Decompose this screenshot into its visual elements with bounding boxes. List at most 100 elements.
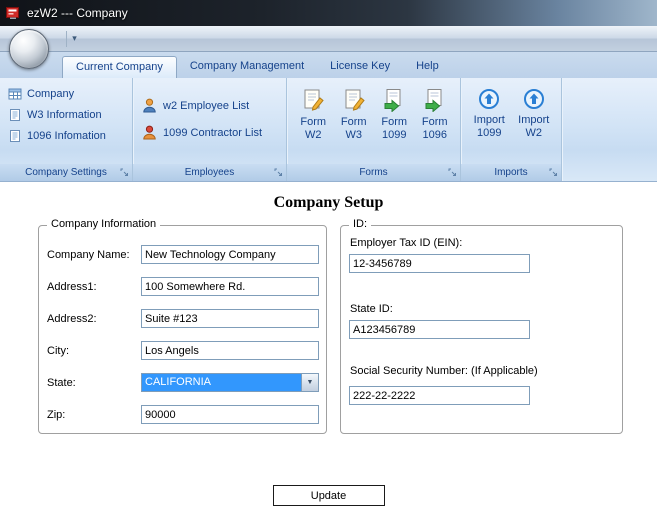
ssn-input[interactable] — [349, 386, 530, 405]
group-caption-company-settings: Company Settings — [0, 164, 132, 181]
form-1099-arrow-icon — [382, 88, 406, 112]
ribbon-button-form-1099[interactable]: Form 1099 — [374, 83, 415, 162]
address1-row: Address1: — [47, 277, 319, 296]
import-w2-label-line1: Import — [518, 114, 550, 126]
ribbon-button-form-w2[interactable]: Form W2 — [293, 83, 334, 162]
form-w3-label-line1: Form — [340, 116, 367, 128]
group-caption-employees: Employees — [133, 164, 286, 181]
forms-dialog-launcher-icon[interactable] — [447, 167, 458, 178]
imports-content: Import 1099 Import W2 — [461, 78, 561, 164]
ribbon-group-company-settings: Company W3 Information 1096 Infomation C… — [0, 78, 133, 181]
ribbon-item-1096-information-label: 1096 Infomation — [27, 129, 106, 142]
group-caption-company-settings-label: Company Settings — [25, 167, 107, 178]
zip-input[interactable] — [141, 405, 319, 424]
city-input[interactable] — [141, 341, 319, 360]
ribbon-group-forms: Form W2 Form W3 Form 1099 Form 1096 Form… — [287, 78, 461, 181]
state-id-label: State ID: — [350, 303, 393, 315]
state-id-input[interactable] — [349, 320, 530, 339]
1096-document-icon — [8, 129, 22, 143]
tab-company-management[interactable]: Company Management — [177, 56, 317, 78]
import-1099-icon — [478, 88, 500, 110]
ribbon-filler — [562, 78, 657, 181]
state-label: State: — [47, 376, 76, 389]
company-name-input[interactable] — [141, 245, 319, 264]
quick-access-toolbar: ▾ — [0, 26, 657, 52]
city-label: City: — [47, 344, 69, 357]
ribbon-item-1099-contractor-list[interactable]: 1099 Contractor List — [139, 119, 281, 146]
qat-customize-icon[interactable]: ▾ — [66, 31, 82, 47]
page-title: Company Setup — [273, 194, 384, 211]
zip-row: Zip: — [47, 405, 319, 424]
address2-label: Address2: — [47, 312, 97, 325]
tab-current-company[interactable]: Current Company — [62, 56, 177, 78]
group-caption-forms: Forms — [287, 164, 460, 181]
address1-input[interactable] — [141, 277, 319, 296]
city-row: City: — [47, 341, 319, 360]
ribbon-item-company[interactable]: Company — [6, 83, 127, 104]
ribbon-item-company-label: Company — [27, 87, 75, 100]
address2-row: Address2: — [47, 309, 319, 328]
ribbon-item-w3-information-label: W3 Information — [27, 108, 102, 121]
import-w2-icon — [523, 88, 545, 110]
address2-input[interactable] — [141, 309, 319, 328]
company-information-legend: Company Information — [47, 218, 161, 230]
state-dropdown-arrow-icon[interactable]: ▼ — [301, 374, 318, 391]
form-1096-arrow-icon — [423, 88, 447, 112]
forms-content: Form W2 Form W3 Form 1099 Form 1096 — [287, 78, 460, 164]
ribbon-item-1099-contractor-list-label: 1099 Contractor List — [163, 126, 263, 139]
group-caption-imports-label: Imports — [494, 167, 528, 178]
ribbon: Company W3 Information 1096 Infomation C… — [0, 78, 657, 182]
ribbon-button-form-1096[interactable]: Form 1096 — [415, 83, 456, 162]
form-w2-label-line1: Form — [300, 116, 327, 128]
company-name-row: Company Name: — [47, 245, 319, 264]
w2-employee-person-icon — [141, 97, 158, 114]
ein-label: Employer Tax ID (EIN): — [350, 237, 463, 249]
ribbon-button-import-w2[interactable]: Import W2 — [512, 83, 557, 162]
ribbon-button-import-1099[interactable]: Import 1099 — [467, 83, 512, 162]
company-information-groupbox: Company Information Company Name: Addres… — [38, 218, 327, 434]
form-1099-label-line2: 1099 — [382, 129, 407, 141]
address1-label: Address1: — [47, 280, 97, 293]
id-legend: ID: — [349, 218, 372, 230]
form-1096-label-line2: 1096 — [422, 129, 447, 141]
ein-input[interactable] — [349, 254, 530, 273]
1099-contractor-person-icon — [141, 124, 158, 141]
form-w3-label-line2: W3 — [345, 129, 363, 141]
ribbon-button-form-w3[interactable]: Form W3 — [334, 83, 375, 162]
group-caption-imports: Imports — [461, 164, 561, 181]
app-icon — [5, 5, 21, 21]
form-w2-label-line2: W2 — [305, 129, 322, 141]
ssn-label: Social Security Number: (If Applicable) — [350, 365, 538, 377]
ribbon-tab-row: Current Company Company Management Licen… — [0, 52, 657, 78]
application-orb-button[interactable] — [9, 29, 49, 69]
tab-help[interactable]: Help — [403, 56, 452, 78]
ribbon-item-1096-information[interactable]: 1096 Infomation — [6, 125, 127, 146]
update-button[interactable]: Update — [272, 485, 385, 506]
import-w2-label-line2: W2 — [525, 127, 543, 139]
form-w2-edit-icon — [301, 88, 325, 112]
import-1099-label-line1: Import — [473, 114, 505, 126]
form-1099-label-line1: Form — [381, 116, 408, 128]
employees-dialog-launcher-icon[interactable] — [273, 167, 284, 178]
tab-license-key[interactable]: License Key — [317, 56, 403, 78]
form-w3-edit-icon — [342, 88, 366, 112]
window-title: ezW2 --- Company — [27, 6, 128, 20]
company-name-label: Company Name: — [47, 248, 130, 261]
company-settings-content: Company W3 Information 1096 Infomation — [0, 78, 132, 164]
company-table-icon — [8, 87, 22, 101]
group-caption-forms-label: Forms — [359, 167, 388, 178]
state-selected-value: CALIFORNIA — [142, 374, 301, 391]
app-window: ezW2 --- Company ▾ Current Company Compa… — [0, 0, 657, 528]
company-settings-dialog-launcher-icon[interactable] — [119, 167, 130, 178]
ribbon-item-w3-information[interactable]: W3 Information — [6, 104, 127, 125]
ribbon-item-w2-employee-list[interactable]: w2 Employee List — [139, 92, 281, 119]
state-row: State: CALIFORNIA ▼ — [47, 373, 319, 392]
ribbon-item-w2-employee-list-label: w2 Employee List — [163, 99, 250, 112]
group-caption-employees-label: Employees — [184, 167, 235, 178]
id-groupbox: ID: Employer Tax ID (EIN): State ID: Soc… — [340, 218, 623, 434]
company-setup-panel: Company Setup Company Information Compan… — [0, 182, 657, 528]
imports-dialog-launcher-icon[interactable] — [548, 167, 559, 178]
state-select[interactable]: CALIFORNIA ▼ — [141, 373, 319, 392]
employees-content: w2 Employee List 1099 Contractor List — [133, 78, 286, 164]
import-1099-label-line2: 1099 — [477, 127, 502, 139]
